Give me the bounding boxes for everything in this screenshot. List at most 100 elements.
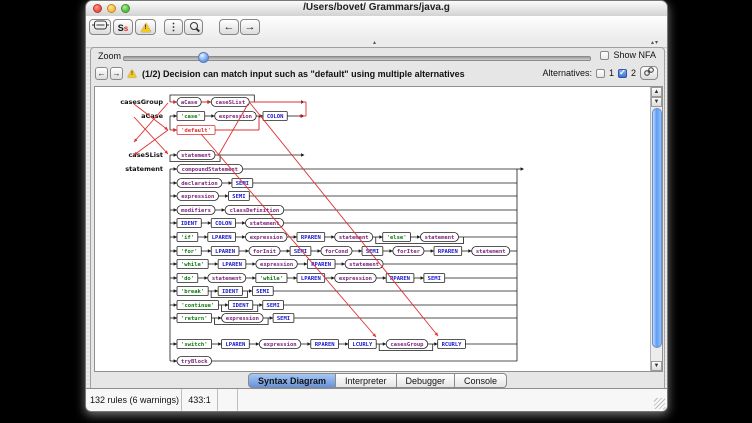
close-icon[interactable] xyxy=(93,4,102,13)
rules-count-cell: 132 rules (6 warnings) xyxy=(86,389,182,411)
minimize-icon[interactable] xyxy=(107,4,116,13)
svg-text:casesGroup: casesGroup xyxy=(390,342,424,348)
status-bar: 132 rules (6 warnings) 433:1 xyxy=(86,388,667,411)
caret-position-cell: 433:1 xyxy=(182,389,218,411)
back-arrow-icon: ← xyxy=(98,69,106,78)
scroll-up-icon[interactable]: ▲ xyxy=(651,87,662,97)
toolbar: Ss ! ⋮ ← → xyxy=(86,16,667,40)
svg-text:SEMI: SEMI xyxy=(428,276,441,282)
alternatives-group: Alternatives: 1 ✓ 2 xyxy=(542,68,636,78)
svg-text:'if': 'if' xyxy=(181,235,194,241)
scroll-down-bottom-icon[interactable]: ▼ xyxy=(651,361,662,371)
svg-text:compoundStatement: compoundStatement xyxy=(182,167,238,173)
link-grammar-button[interactable] xyxy=(640,66,658,80)
svg-text:IDENT: IDENT xyxy=(222,289,239,295)
screen: /Users/bovet/ Grammars/java.g Ss ! ⋮ ← xyxy=(0,0,752,423)
svg-text:forIter: forIter xyxy=(397,249,421,255)
zoom-row: Zoom Show NFA xyxy=(91,48,664,64)
svg-text:LPAREN: LPAREN xyxy=(226,342,246,348)
svg-text:RPAREN: RPAREN xyxy=(390,276,410,282)
svg-text:LPAREN: LPAREN xyxy=(222,262,242,268)
search-icon xyxy=(189,22,199,32)
svg-text:'while': 'while' xyxy=(181,262,204,268)
zoom-slider[interactable] xyxy=(123,56,591,61)
vertical-scrollbar[interactable]: ▲ ▼ ▼ xyxy=(650,87,662,371)
warning-row: ← → ! (1/2) Decision can match input suc… xyxy=(91,64,664,84)
svg-text:aCase: aCase xyxy=(181,100,198,106)
svg-text:expression: expression xyxy=(263,342,296,348)
splitter-arrows-icon[interactable]: ▴▾ xyxy=(651,39,659,47)
svg-text:caseSList: caseSList xyxy=(215,100,245,106)
svg-text:LPAREN: LPAREN xyxy=(212,235,232,241)
svg-text:forCond: forCond xyxy=(325,249,348,255)
resize-grip-icon[interactable] xyxy=(654,398,665,409)
svg-text:casesGroup: casesGroup xyxy=(120,98,163,106)
svg-text:forInit: forInit xyxy=(253,249,276,255)
svg-text:'switch': 'switch' xyxy=(181,342,208,348)
back-button[interactable]: ← xyxy=(219,19,239,35)
show-nfa-label: Show NFA xyxy=(613,50,656,60)
empty-cell xyxy=(218,389,238,411)
scrollbar-thumb[interactable] xyxy=(652,108,662,348)
forward-button[interactable]: → xyxy=(240,19,260,35)
zoom-label: Zoom xyxy=(98,51,121,61)
svg-text:'case': 'case' xyxy=(181,114,201,120)
alternatives-label: Alternatives: xyxy=(542,68,592,78)
svg-text:expression: expression xyxy=(339,276,372,282)
show-nfa-checkbox[interactable] xyxy=(600,51,609,60)
svg-text:'while': 'while' xyxy=(260,276,283,282)
syntax-coloring-button[interactable]: Ss xyxy=(113,19,133,35)
tab-console[interactable]: Console xyxy=(455,373,507,388)
ideas-button[interactable]: ⋮ xyxy=(164,19,183,35)
forward-arrow-icon: → xyxy=(113,69,121,78)
svg-text:RPAREN: RPAREN xyxy=(315,342,335,348)
back-arrow-icon: ← xyxy=(224,22,235,33)
diagram-canvas[interactable]: casesGroup aCase caseSList aCase 'case' expre… xyxy=(94,86,663,372)
syntax-coloring-icon: Ss xyxy=(118,18,128,36)
svg-text:LPAREN: LPAREN xyxy=(215,249,235,255)
svg-text:statement: statement xyxy=(181,153,211,159)
svg-text:COLON: COLON xyxy=(215,221,232,227)
svg-text:statement: statement xyxy=(339,235,369,241)
tab-debugger[interactable]: Debugger xyxy=(397,373,456,388)
svg-text:declaration: declaration xyxy=(181,181,217,187)
svg-text:statement: statement xyxy=(425,235,455,241)
alternative-2-checkbox[interactable]: ✓ xyxy=(618,69,627,78)
previous-warning-button[interactable]: ← xyxy=(95,67,108,80)
svg-text:modifiers: modifiers xyxy=(181,208,211,214)
diagram-node-icon xyxy=(92,18,109,36)
titlebar[interactable]: /Users/bovet/ Grammars/java.g xyxy=(86,1,667,17)
svg-text:expression: expression xyxy=(181,194,214,200)
zoom-slider-thumb[interactable] xyxy=(198,52,209,63)
diagram-node-button[interactable] xyxy=(89,19,111,35)
zoom-icon[interactable] xyxy=(121,4,130,13)
message-cell xyxy=(238,389,667,411)
svg-text:statement: statement xyxy=(349,262,379,268)
svg-text:IDENT: IDENT xyxy=(232,303,249,309)
tab-syntax-diagram[interactable]: Syntax Diagram xyxy=(248,373,336,388)
window-controls xyxy=(93,4,130,13)
alternative-1-checkbox[interactable] xyxy=(596,69,605,78)
svg-text:aCase: aCase xyxy=(141,112,163,120)
svg-text:IDENT: IDENT xyxy=(181,221,198,227)
svg-text:statement: statement xyxy=(476,249,506,255)
svg-text:SEMI: SEMI xyxy=(277,316,290,322)
svg-text:SEMI: SEMI xyxy=(232,194,245,200)
svg-text:expression: expression xyxy=(219,114,252,120)
alternative-2-label: 2 xyxy=(631,68,636,78)
splitter-collapse-icon[interactable]: ▴ xyxy=(373,39,376,47)
find-button[interactable] xyxy=(184,19,203,35)
svg-text:'break': 'break' xyxy=(181,289,204,295)
svg-text:RCURLY: RCURLY xyxy=(442,342,463,348)
svg-text:SEMI: SEMI xyxy=(256,289,269,295)
svg-text:'continue': 'continue' xyxy=(181,303,214,309)
next-warning-button[interactable]: → xyxy=(110,67,123,80)
svg-text:expression: expression xyxy=(250,235,283,241)
tab-interpreter[interactable]: Interpreter xyxy=(336,373,397,388)
link-icon xyxy=(643,64,655,82)
warnings-button[interactable]: ! xyxy=(135,19,156,35)
svg-text:'do': 'do' xyxy=(181,276,194,282)
scroll-down-icon[interactable]: ▼ xyxy=(651,97,662,107)
ideas-icon: ⋮ xyxy=(169,22,179,33)
svg-text:expression: expression xyxy=(260,262,293,268)
